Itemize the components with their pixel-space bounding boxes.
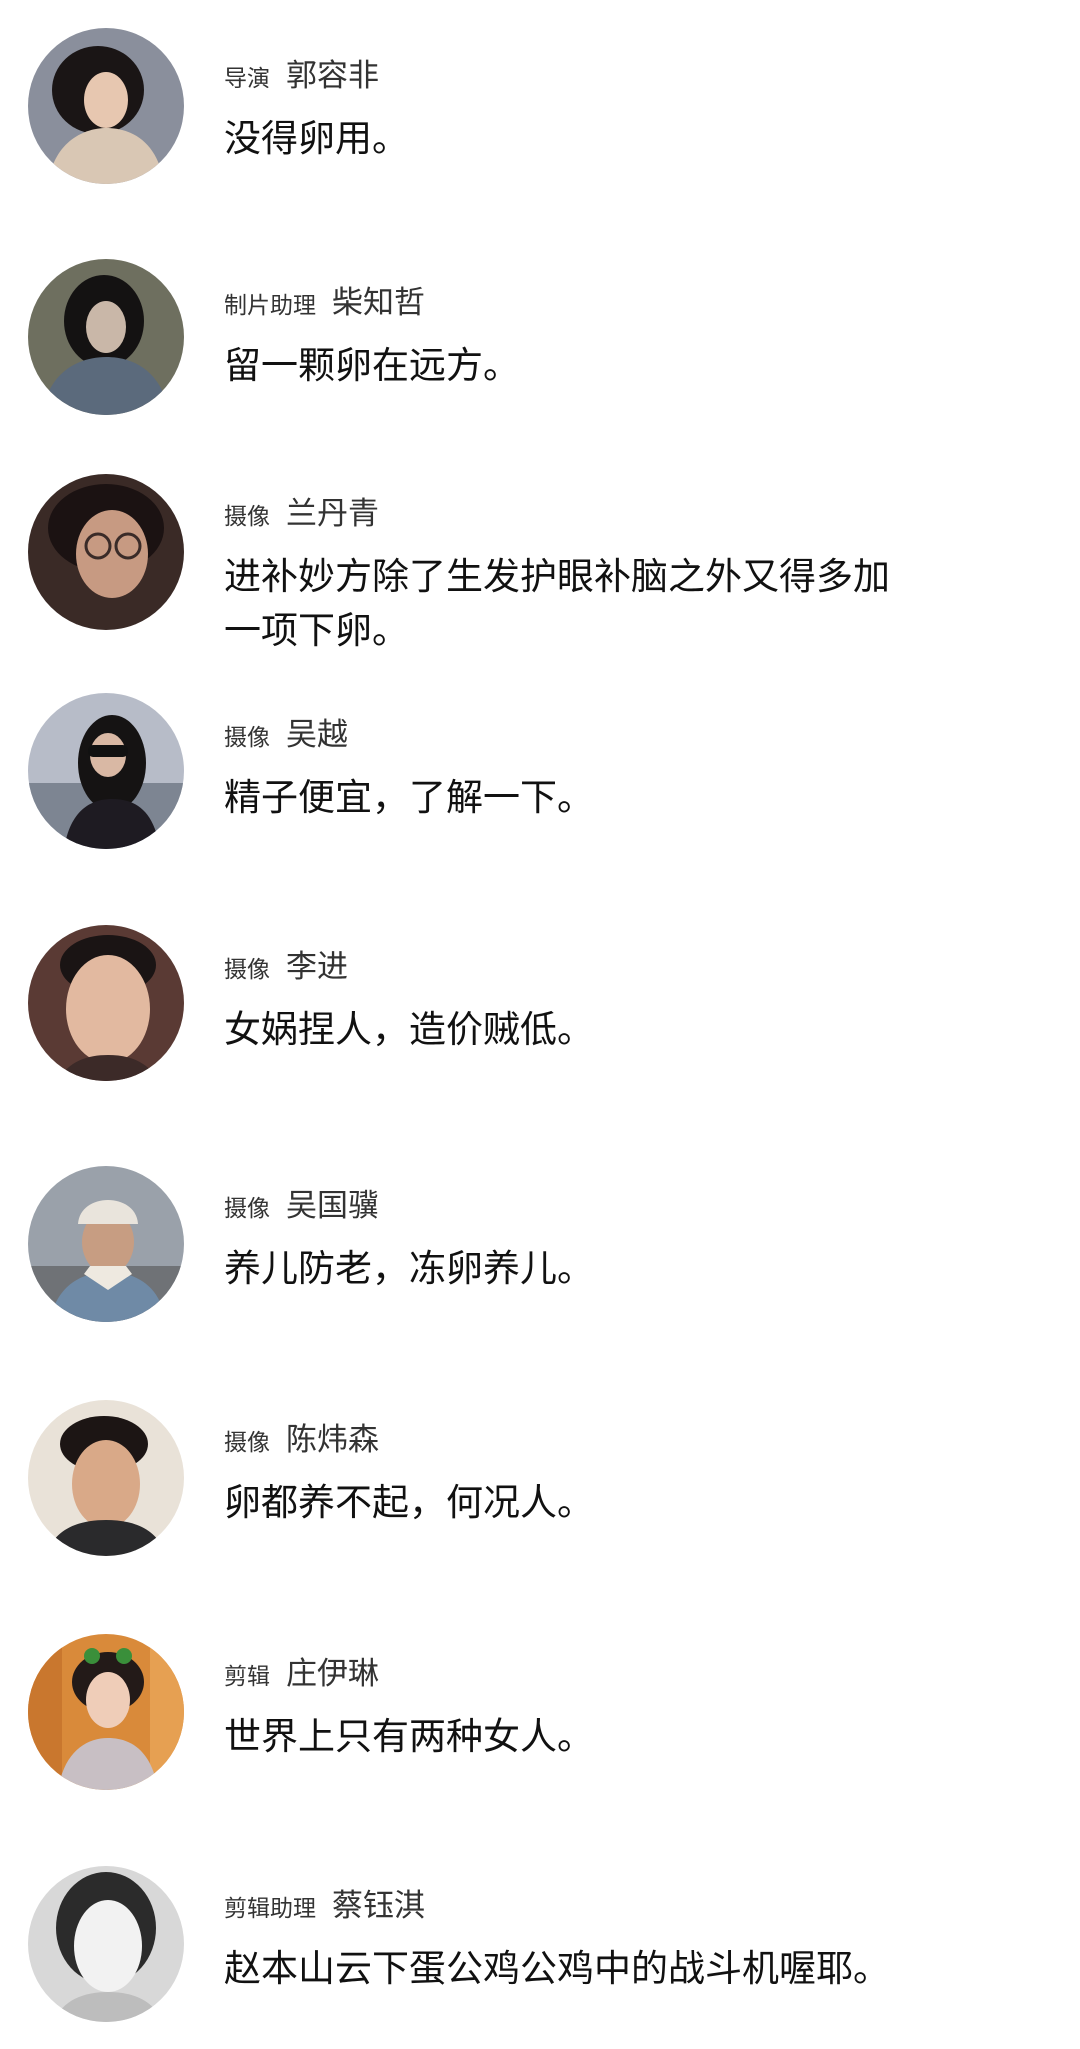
role-label: 剪辑助理 [224, 1896, 316, 1922]
avatar-face [86, 301, 126, 353]
portrait-man-beanie-icon [28, 1166, 184, 1322]
comment-meta: 制片助理 柴知哲 [224, 277, 984, 321]
role-label: 摄像 [224, 1196, 270, 1222]
author-name[interactable]: 柴知哲 [332, 277, 425, 322]
avatar[interactable] [28, 1634, 184, 1790]
comment-text: 没得卵用。 [224, 117, 409, 160]
comment-text: 精子便宜，了解一下。 [224, 776, 594, 819]
portrait-woman-glasses-icon [28, 474, 184, 630]
comment-body: 摄像 吴国骥 养儿防老，冻卵养儿。 [224, 1180, 984, 1296]
author-name[interactable]: 吴越 [286, 709, 348, 754]
role-label: 摄像 [224, 1430, 270, 1456]
avatar-headband-left [84, 1648, 100, 1664]
avatar-lights-right [150, 1634, 184, 1790]
comment-text: 赵本山云下蛋公鸡公鸡中的战斗机喔耶。 [224, 1947, 890, 1990]
comment-text: 世界上只有两种女人。 [224, 1715, 594, 1758]
role-label: 导演 [224, 66, 270, 92]
comment-meta: 摄像 李进 [224, 941, 984, 985]
role-label: 制片助理 [224, 293, 316, 319]
avatar-lights [28, 1634, 62, 1790]
comment-text: 女娲捏人，造价贼低。 [224, 1008, 594, 1051]
comment-body: 制片助理 柴知哲 留一颗卵在远方。 [224, 277, 984, 393]
avatar-sunglasses [88, 745, 128, 757]
comment-body: 剪辑 庄伊琳 世界上只有两种女人。 [224, 1648, 984, 1764]
avatar[interactable] [28, 1866, 184, 2022]
author-name[interactable]: 吴国骥 [286, 1180, 379, 1225]
comment-body: 摄像 陈炜森 卵都养不起，何况人。 [224, 1414, 984, 1530]
comment-body: 摄像 吴越 精子便宜，了解一下。 [224, 709, 984, 825]
author-name[interactable]: 庄伊琳 [286, 1648, 379, 1693]
role-label: 剪辑 [224, 1664, 270, 1690]
comment-meta: 摄像 兰丹青 [224, 488, 984, 532]
comment-text: 进补妙方除了生发护眼补脑之外又得多加 一项下卵。 [224, 555, 890, 652]
role-label: 摄像 [224, 957, 270, 983]
avatar[interactable] [28, 925, 184, 1081]
avatar[interactable] [28, 1400, 184, 1556]
avatar-face [74, 1900, 142, 1992]
avatar[interactable] [28, 693, 184, 849]
avatar[interactable] [28, 28, 184, 184]
avatar-face [84, 72, 128, 128]
role-label: 摄像 [224, 504, 270, 530]
author-name[interactable]: 郭容非 [286, 50, 379, 95]
portrait-woman-grayscale-icon [28, 1866, 184, 2022]
comment-meta: 摄像 吴国骥 [224, 1180, 984, 1224]
avatar-face [86, 1672, 130, 1728]
author-name[interactable]: 兰丹青 [286, 488, 379, 533]
author-name[interactable]: 蔡钰淇 [332, 1880, 425, 1925]
comment-body: 摄像 兰丹青 进补妙方除了生发护眼补脑之外又得多加 一项下卵。 [224, 488, 984, 658]
portrait-woman-headband-icon [28, 1634, 184, 1790]
comment-text: 养儿防老，冻卵养儿。 [224, 1247, 594, 1290]
comment-meta: 摄像 陈炜森 [224, 1414, 984, 1458]
comment-meta: 剪辑助理 蔡钰淇 [224, 1880, 984, 1924]
portrait-man-curly-hair-icon [28, 1400, 184, 1556]
author-name[interactable]: 李进 [286, 941, 348, 986]
portrait-woman-sunglasses-icon [28, 693, 184, 849]
comment-body: 摄像 李进 女娲捏人，造价贼低。 [224, 941, 984, 1057]
avatar[interactable] [28, 1166, 184, 1322]
portrait-man-short-hair-icon [28, 925, 184, 1081]
author-name[interactable]: 陈炜森 [286, 1414, 379, 1459]
avatar[interactable] [28, 259, 184, 415]
avatar-face [72, 1440, 140, 1528]
comment-body: 剪辑助理 蔡钰淇 赵本山云下蛋公鸡公鸡中的战斗机喔耶。 [224, 1880, 984, 1996]
avatar-headband-right [116, 1648, 132, 1664]
portrait-woman-curly-hair-icon [28, 28, 184, 184]
role-label: 摄像 [224, 725, 270, 751]
avatar[interactable] [28, 474, 184, 630]
comment-text: 留一颗卵在远方。 [224, 344, 520, 387]
portrait-woman-dark-hair-icon [28, 259, 184, 415]
comment-meta: 摄像 吴越 [224, 709, 984, 753]
comment-body: 导演 郭容非 没得卵用。 [224, 50, 984, 166]
comment-meta: 剪辑 庄伊琳 [224, 1648, 984, 1692]
comment-meta: 导演 郭容非 [224, 50, 984, 94]
comment-text: 卵都养不起，何况人。 [224, 1481, 594, 1524]
avatar-face [66, 955, 150, 1063]
